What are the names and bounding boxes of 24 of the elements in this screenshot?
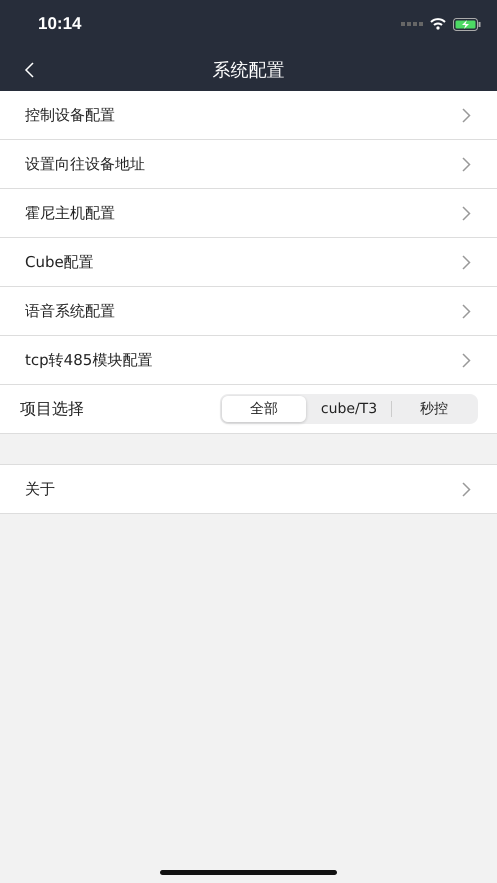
menu-item[interactable]: tcp转485模块配置 [0,336,497,385]
project-select-label: 项目选择 [20,398,84,420]
menu-item[interactable]: 关于 [0,465,497,514]
nav-title: 系统配置 [212,58,284,82]
chevron-icon [462,304,471,318]
menu-item[interactable]: 设置向往设备地址 [0,140,497,189]
battery-icon [453,18,481,30]
wifi-icon [430,18,446,30]
back-icon[interactable] [24,62,34,78]
segment-option[interactable]: cube/T3 [307,396,391,422]
signal-icon [401,22,423,26]
segment-option[interactable]: 全部 [222,396,306,422]
segment-option[interactable]: 秒控 [392,396,476,422]
menu-item[interactable]: Cube配置 [0,238,497,287]
chevron-icon [462,352,471,368]
chevron-icon [462,108,471,122]
chevron-icon [462,206,471,220]
menu-item[interactable]: 霍尼主机配置 [0,189,497,238]
chevron-icon [462,156,471,172]
chevron-icon [462,254,471,270]
chevron-icon [462,482,471,496]
menu-item[interactable]: 语音系统配置 [0,287,497,336]
status-time: 10:14 [38,14,82,34]
menu-item[interactable]: 控制设备配置 [0,91,497,140]
